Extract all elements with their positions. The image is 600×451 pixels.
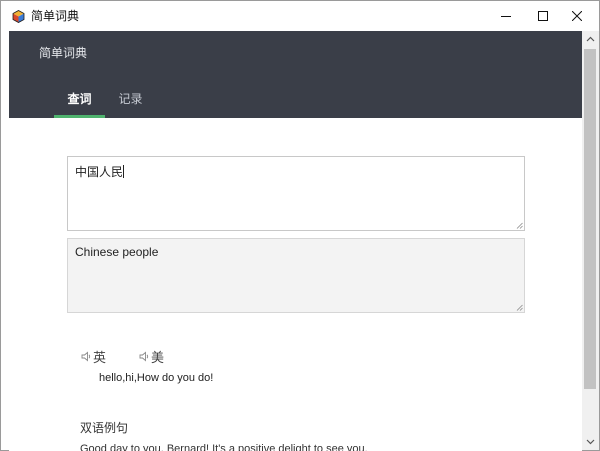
resize-grip-icon[interactable] <box>516 222 523 229</box>
pronounce-us-label: 美 <box>151 350 165 366</box>
translation-text: Chinese people <box>75 245 159 259</box>
close-icon <box>572 11 582 21</box>
close-button[interactable] <box>554 1 600 31</box>
vertical-scrollbar[interactable] <box>582 31 599 450</box>
scrollbar-thumb[interactable] <box>584 49 596 389</box>
app-header: 简单词典 查词 记录 <box>9 31 582 118</box>
scroll-down-button[interactable] <box>582 434 599 450</box>
window-title: 简单词典 <box>31 9 80 23</box>
example-sentence: Good day to you, Bernard! It's a positiv… <box>80 443 368 451</box>
tab-bar: 查词 记录 <box>54 87 156 118</box>
maximize-icon <box>538 11 548 21</box>
search-input[interactable]: 中国人民 <box>67 156 525 231</box>
app-window: 简单词典 简单词典 查词 记录 中国人民 Chinese people 英 美 … <box>0 0 600 451</box>
speaker-icon <box>81 351 91 361</box>
speaker-icon <box>139 351 149 361</box>
tab-lookup[interactable]: 查词 <box>54 87 105 118</box>
search-input-text: 中国人民 <box>75 165 124 179</box>
scroll-up-button[interactable] <box>582 31 599 47</box>
pronounce-us-button[interactable]: 美 <box>139 347 165 366</box>
pronounce-uk-label: 英 <box>93 350 107 366</box>
dictionary-cube-icon <box>12 10 25 23</box>
tab-history[interactable]: 记录 <box>105 87 156 118</box>
definition-text: hello,hi,How do you do! <box>99 372 214 384</box>
chevron-up-icon <box>586 36 595 42</box>
minimize-icon <box>501 16 511 17</box>
translation-output[interactable]: Chinese people <box>67 238 525 313</box>
pronounce-uk-button[interactable]: 英 <box>81 347 107 366</box>
resize-grip-icon[interactable] <box>516 304 523 311</box>
text-caret <box>123 165 125 178</box>
chevron-down-icon <box>586 439 595 445</box>
title-bar[interactable]: 简单词典 <box>1 1 599 31</box>
main-content: 中国人民 Chinese people 英 美 hello,hi,How do … <box>9 118 582 451</box>
examples-heading: 双语例句 <box>80 421 129 435</box>
header-title: 简单词典 <box>39 46 88 60</box>
